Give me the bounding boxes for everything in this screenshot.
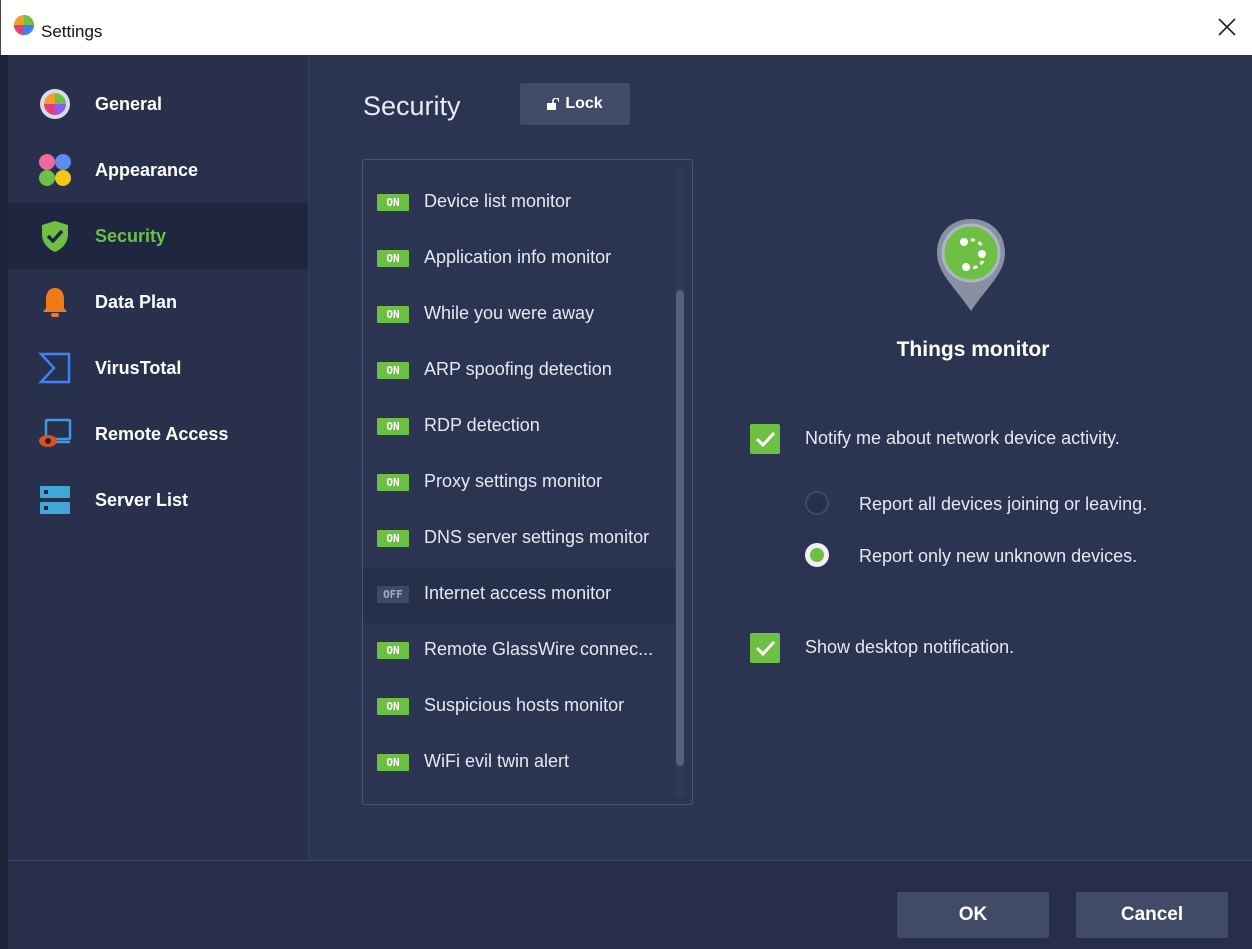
general-icon [40,89,70,119]
checkmark-icon [755,431,776,448]
desktop-notification-checkbox[interactable] [750,633,780,663]
monitor-label: Device list monitor [424,191,572,211]
close-icon[interactable] [1216,16,1238,38]
list-item[interactable]: ON While you were away [363,287,675,343]
lock-label: Lock [565,95,603,112]
toggle-on-badge[interactable]: ON [377,418,409,435]
monitor-label: Proxy settings monitor [424,471,603,491]
cancel-button[interactable]: Cancel [1076,892,1228,938]
toggle-on-badge[interactable]: ON [377,306,409,323]
report-new-radio[interactable] [805,543,829,567]
toggle-on-badge[interactable]: ON [377,530,409,547]
monitor-label: Internet access monitor [424,583,612,603]
monitor-label: Remote GlassWire connec... [424,639,654,659]
sigma-icon [38,352,71,384]
list-item[interactable]: ON Suspicious hosts monitor [363,679,675,735]
list-item[interactable]: ON WiFi evil twin alert [363,735,675,791]
monitor-label: WiFi evil twin alert [424,751,570,771]
monitor-eye-icon [39,418,72,447]
unlock-icon [547,98,560,110]
sidebar-item-label: VirusTotal [95,358,182,378]
monitor-label: Application info monitor [424,247,612,267]
monitor-label: ARP spoofing detection [424,359,612,379]
window-edge [0,55,8,949]
report-new-label: Report only new unknown devices. [859,546,1138,566]
title-bar: Settings [0,0,1252,55]
sidebar: General Appearance Security Data Plan Vi… [8,55,309,860]
monitor-list: ON Device list monitor ON Application in… [362,159,693,805]
page-title: Security [363,91,461,121]
sidebar-item-label: Appearance [95,160,199,180]
list-item[interactable]: ON DNS server settings monitor [363,511,675,567]
sidebar-item-label: General [95,94,163,114]
toggle-on-badge[interactable]: ON [377,474,409,491]
scrollbar-track[interactable] [675,166,685,798]
monitor-label: DNS server settings monitor [424,527,650,547]
desktop-notification-label: Show desktop notification. [805,637,1015,657]
report-all-label: Report all devices joining or leaving. [859,494,1148,514]
lock-button[interactable]: Lock [520,83,630,125]
monitor-label: Suspicious hosts monitor [424,695,625,715]
footer-bar: OK Cancel [8,860,1252,949]
ok-button[interactable]: OK [897,892,1049,938]
toggle-on-badge[interactable]: ON [377,698,409,715]
toggle-on-badge[interactable]: ON [377,250,409,267]
sidebar-item-general[interactable]: General [8,71,308,137]
sidebar-item-data-plan[interactable]: Data Plan [8,269,308,335]
toggle-on-badge[interactable]: ON [377,194,409,211]
toggle-on-badge[interactable]: ON [377,754,409,771]
list-item[interactable]: ON ARP spoofing detection [363,343,675,399]
glasswire-app-icon [14,15,34,35]
appearance-icon [39,154,71,186]
toggle-off-badge[interactable]: OFF [377,586,409,603]
list-item[interactable]: ON Device list monitor [363,175,675,231]
sidebar-item-label: Data Plan [95,292,178,312]
settings-window: General Appearance Security Data Plan Vi… [8,55,1252,949]
sidebar-item-appearance[interactable]: Appearance [8,137,308,203]
list-item[interactable]: ON Proxy settings monitor [363,455,675,511]
sidebar-item-security[interactable]: Security [8,203,308,269]
sidebar-item-label: Remote Access [95,424,229,444]
list-item-selected[interactable]: OFF Internet access monitor [363,567,675,623]
scrollbar-thumb[interactable] [676,290,684,766]
sidebar-item-virustotal[interactable]: VirusTotal [8,335,308,401]
server-icon [40,486,70,514]
shield-check-icon [42,221,68,252]
bell-icon [43,288,67,317]
detail-title: Things monitor [896,338,1050,361]
report-all-radio[interactable] [805,491,829,515]
toggle-on-badge[interactable]: ON [377,362,409,379]
checkmark-icon [755,640,776,657]
window-title: Settings [41,22,103,41]
list-item[interactable]: ON Application info monitor [363,231,675,287]
sidebar-item-remote-access[interactable]: Remote Access [8,401,308,467]
notify-label: Notify me about network device activity. [805,428,1120,448]
monitor-label: RDP detection [424,415,540,435]
sidebar-item-label: Security [95,226,167,246]
monitor-label: While you were away [424,303,595,323]
notify-checkbox[interactable] [750,424,780,454]
list-item[interactable]: ON RDP detection [363,399,675,455]
list-item[interactable]: ON Remote GlassWire connec... [363,623,675,679]
sidebar-item-label: Server List [95,490,189,510]
toggle-on-badge[interactable]: ON [377,642,409,659]
things-monitor-icon [937,219,1005,311]
sidebar-item-server-list[interactable]: Server List [8,467,308,533]
